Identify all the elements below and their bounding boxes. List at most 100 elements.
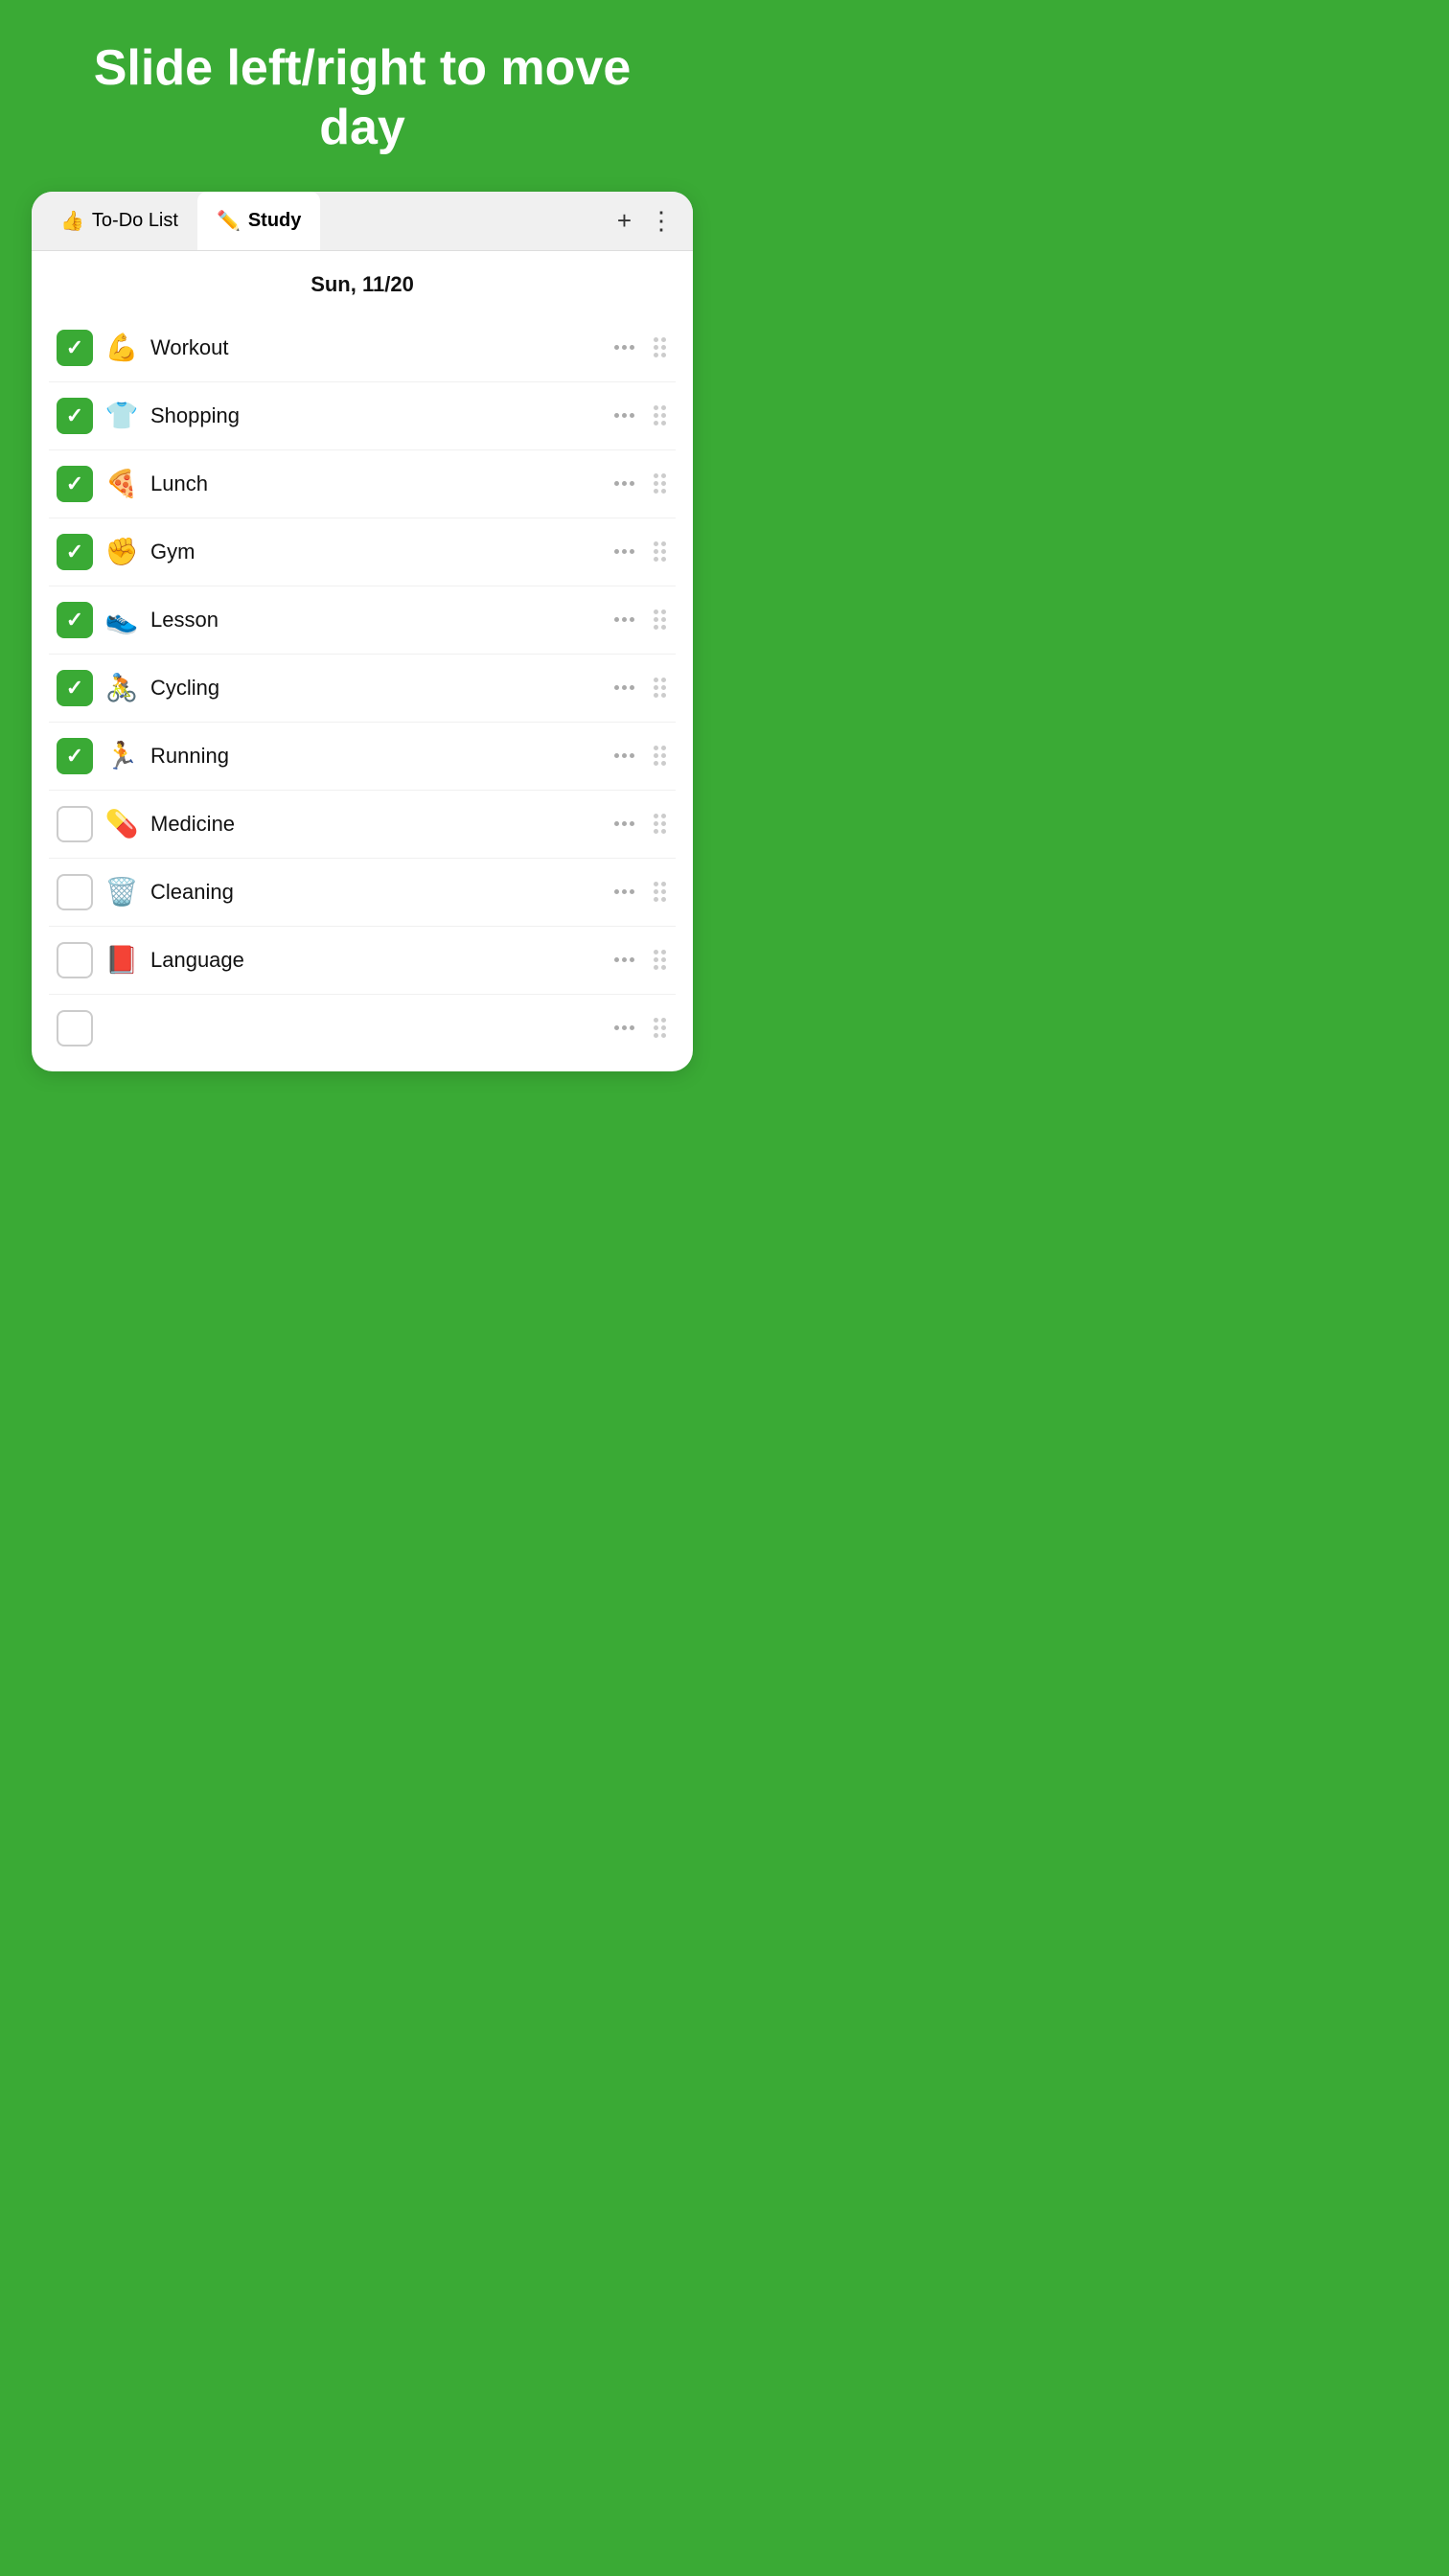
item-label: Running (150, 744, 603, 769)
item-emoji: 🚴 (104, 672, 139, 703)
drag-dot-icon (654, 965, 658, 970)
item-more-button[interactable] (614, 753, 634, 758)
drag-dot-icon (661, 617, 666, 622)
drag-handle[interactable] (652, 540, 668, 564)
drag-handle[interactable] (652, 812, 668, 836)
item-label: Lunch (150, 472, 603, 496)
drag-dot-icon (661, 541, 666, 546)
drag-dot-icon (654, 473, 658, 478)
todo-tab-emoji: 👍 (60, 209, 84, 233)
item-label: Medicine (150, 812, 603, 837)
more-dot-icon (614, 685, 619, 690)
item-more-button[interactable] (614, 821, 634, 826)
more-dot-icon (622, 685, 627, 690)
more-dot-icon (614, 889, 619, 894)
drag-dot-icon (654, 541, 658, 546)
drag-handle[interactable] (652, 472, 668, 495)
drag-dot-icon (661, 897, 666, 902)
item-label: Gym (150, 540, 603, 564)
checkmark-icon: ✓ (66, 405, 83, 426)
more-dot-icon (614, 753, 619, 758)
drag-dot-icon (661, 829, 666, 834)
drag-handle[interactable] (652, 880, 668, 904)
item-emoji: 👕 (104, 400, 139, 431)
drag-dot-icon (654, 693, 658, 698)
checkbox[interactable] (57, 942, 93, 978)
item-more-button[interactable] (614, 617, 634, 622)
drag-dot-icon (654, 337, 658, 342)
checkmark-icon: ✓ (66, 610, 83, 631)
more-dot-icon (630, 821, 634, 826)
drag-dot-icon (654, 405, 658, 410)
drag-dot-icon (654, 829, 658, 834)
drag-handle[interactable] (652, 1016, 668, 1040)
item-more-button[interactable] (614, 345, 634, 350)
checkbox[interactable]: ✓ (57, 670, 93, 706)
tab-study[interactable]: ✏️ Study (197, 192, 320, 250)
study-tab-emoji: ✏️ (217, 209, 241, 233)
checkbox[interactable]: ✓ (57, 398, 93, 434)
date-header: Sun, 11/20 (32, 251, 693, 314)
todo-item: ✓✊Gym (49, 518, 676, 586)
more-dot-icon (630, 1025, 634, 1030)
drag-dot-icon (654, 897, 658, 902)
drag-dot-icon (661, 957, 666, 962)
checkbox[interactable] (57, 806, 93, 842)
drag-handle[interactable] (652, 403, 668, 427)
drag-dot-icon (661, 610, 666, 614)
checkbox[interactable]: ✓ (57, 602, 93, 638)
tab-todo[interactable]: 👍 To-Do List (41, 192, 197, 250)
drag-dot-icon (661, 1018, 666, 1023)
drag-dot-icon (654, 481, 658, 486)
drag-dot-icon (654, 413, 658, 418)
drag-handle[interactable] (652, 676, 668, 700)
drag-dot-icon (654, 489, 658, 494)
item-more-button[interactable] (614, 957, 634, 962)
item-more-button[interactable] (614, 889, 634, 894)
checkbox[interactable] (57, 1010, 93, 1046)
todo-item: ✓🚴Cycling (49, 655, 676, 723)
drag-dot-icon (654, 889, 658, 894)
drag-dot-icon (654, 678, 658, 682)
item-more-button[interactable] (614, 685, 634, 690)
more-dot-icon (614, 481, 619, 486)
more-tab-button[interactable]: ⋮ (649, 206, 674, 236)
item-emoji: 📕 (104, 944, 139, 976)
more-dot-icon (622, 345, 627, 350)
drag-dot-icon (654, 345, 658, 350)
more-dot-icon (630, 481, 634, 486)
todo-item (49, 995, 676, 1062)
checkbox[interactable]: ✓ (57, 330, 93, 366)
item-more-button[interactable] (614, 1025, 634, 1030)
todo-list: ✓💪Workout✓👕Shopping✓🍕Lunch✓✊Gym✓👟Lesson✓… (32, 314, 693, 1071)
tab-actions: + ⋮ (617, 206, 683, 236)
item-more-button[interactable] (614, 481, 634, 486)
checkbox[interactable]: ✓ (57, 466, 93, 502)
drag-dot-icon (661, 965, 666, 970)
item-emoji: 🏃 (104, 740, 139, 771)
todo-item: 💊Medicine (49, 791, 676, 859)
todo-item: ✓ 🏃 Running (49, 723, 676, 791)
header-title: Slide left/right to move day (0, 0, 724, 192)
more-dot-icon (630, 889, 634, 894)
drag-handle[interactable] (652, 948, 668, 972)
drag-dot-icon (661, 625, 666, 630)
checkbox[interactable]: ✓ (57, 738, 93, 774)
drag-dot-icon (661, 557, 666, 562)
drag-dot-icon (654, 746, 658, 750)
checkbox[interactable] (57, 874, 93, 910)
more-dot-icon (614, 345, 619, 350)
add-tab-button[interactable]: + (617, 206, 632, 236)
more-dot-icon (614, 413, 619, 418)
more-dot-icon (630, 753, 634, 758)
checkmark-icon: ✓ (66, 337, 83, 358)
drag-handle[interactable] (652, 335, 668, 359)
drag-handle[interactable] (652, 744, 668, 768)
item-more-button[interactable] (614, 549, 634, 554)
drag-dot-icon (654, 761, 658, 766)
item-more-button[interactable] (614, 413, 634, 418)
checkbox[interactable]: ✓ (57, 534, 93, 570)
drag-handle[interactable] (652, 608, 668, 632)
drag-dot-icon (661, 761, 666, 766)
more-dot-icon (622, 481, 627, 486)
